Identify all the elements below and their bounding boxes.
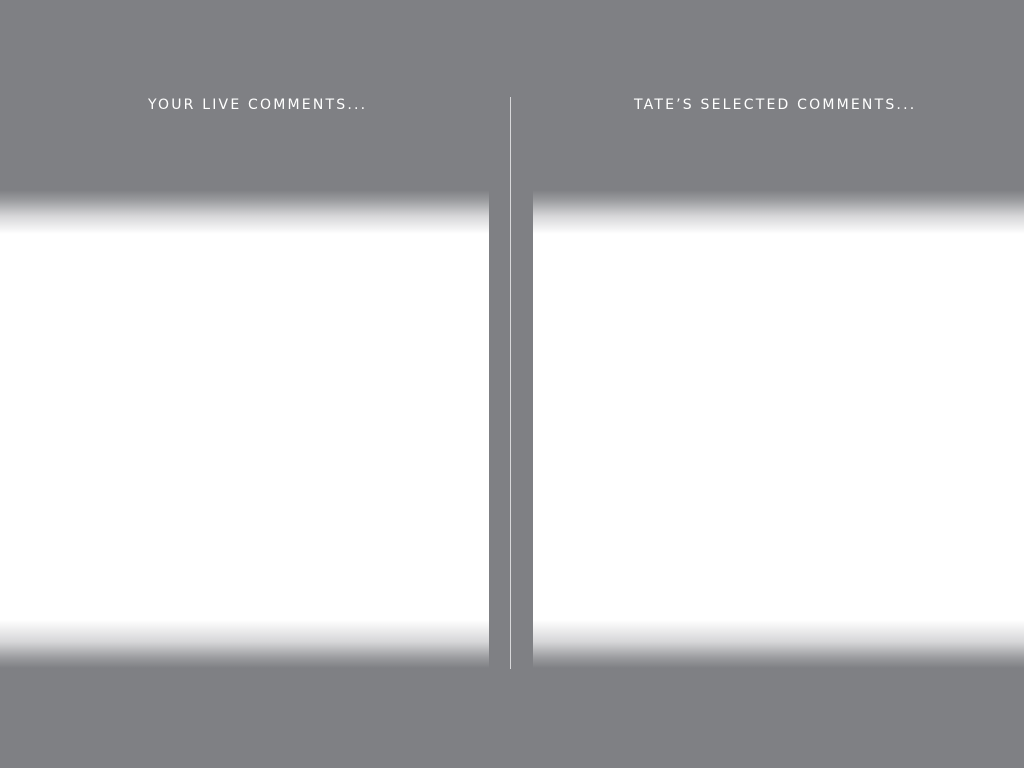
live-comments-panel[interactable] [0, 190, 489, 668]
selected-comments-panel[interactable] [533, 190, 1024, 668]
selected-comments-list[interactable] [533, 234, 1024, 620]
selected-comments-heading: TATE’S SELECTED COMMENTS... [634, 97, 917, 113]
live-comments-heading: YOUR LIVE COMMENTS... [148, 97, 368, 113]
column-divider [510, 97, 511, 669]
comments-screen: YOUR LIVE COMMENTS... TATE’S SELECTED CO… [0, 0, 1024, 768]
live-comments-list[interactable] [0, 234, 489, 620]
